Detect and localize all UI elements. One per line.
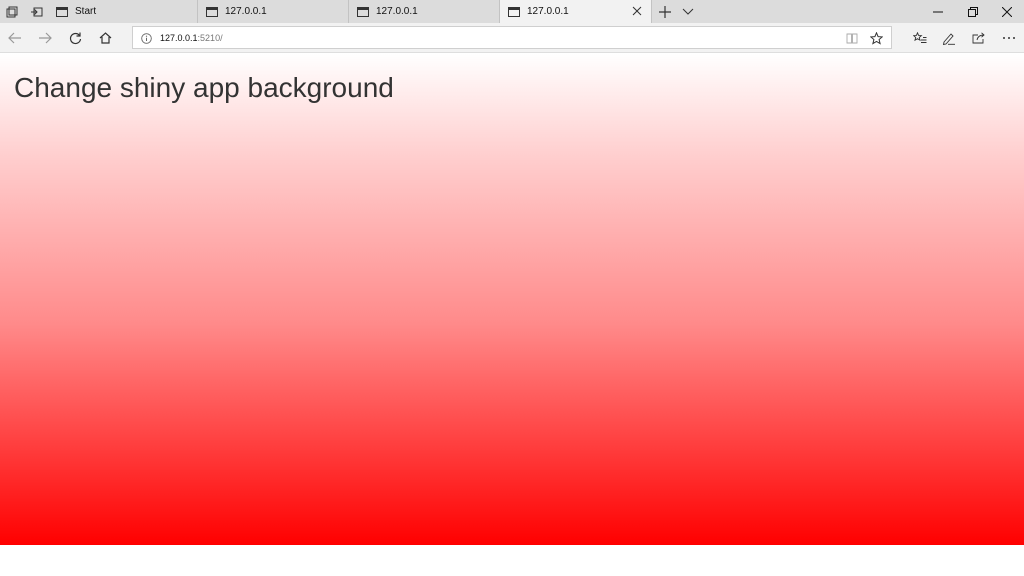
tab-title: Start [75, 6, 97, 17]
home-icon[interactable] [92, 26, 118, 50]
set-tabs-aside-icon[interactable] [24, 0, 48, 23]
chevron-down-icon[interactable] [676, 0, 700, 23]
activate-windows-subtitle: Go to Settings to activate Windows. [805, 562, 963, 573]
address-bar[interactable]: 127.0.0.1:5210/ [132, 26, 892, 49]
tab-bar: Start 127.0.0.1 127.0.0.1 127.0.0.1 [0, 0, 1024, 23]
tab-favicon [508, 6, 520, 17]
tab-localhost-2[interactable]: 127.0.0.1 [349, 0, 500, 23]
share-icon[interactable] [966, 26, 992, 50]
url-host: 127.0.0.1 [160, 32, 198, 43]
tab-favicon [56, 6, 68, 17]
tab-localhost-active[interactable]: 127.0.0.1 [500, 0, 652, 23]
tab-localhost-1[interactable]: 127.0.0.1 [198, 0, 349, 23]
tab-start[interactable]: Start [48, 0, 198, 23]
refresh-icon[interactable] [62, 26, 88, 50]
forward-icon[interactable] [32, 26, 58, 50]
minimize-icon[interactable] [921, 0, 955, 23]
close-tab-icon[interactable] [629, 3, 645, 19]
more-icon[interactable] [996, 26, 1022, 50]
tab-favicon [206, 6, 218, 17]
pen-icon[interactable] [936, 26, 962, 50]
new-tab-icon[interactable] [653, 0, 677, 23]
star-icon[interactable] [868, 30, 884, 46]
restore-icon[interactable] [956, 0, 990, 23]
favorites-icon[interactable] [907, 26, 933, 50]
reading-view-icon[interactable] [844, 30, 860, 46]
tab-actions-icon[interactable] [0, 0, 24, 23]
close-window-icon[interactable] [990, 0, 1024, 23]
activate-windows-title: Activate Windows [805, 543, 916, 559]
tab-title: 127.0.0.1 [225, 6, 267, 17]
page-title: Change shiny app background [14, 72, 394, 103]
tab-title: 127.0.0.1 [376, 6, 418, 17]
tab-favicon [357, 6, 369, 17]
site-info-icon[interactable] [138, 30, 154, 46]
back-icon[interactable] [2, 26, 28, 50]
tab-title: 127.0.0.1 [527, 6, 569, 17]
page-content: Change shiny app background Activate Win… [0, 54, 1024, 573]
url-path: :5210/ [197, 32, 223, 43]
browser-toolbar: 127.0.0.1:5210/ [0, 23, 1024, 53]
